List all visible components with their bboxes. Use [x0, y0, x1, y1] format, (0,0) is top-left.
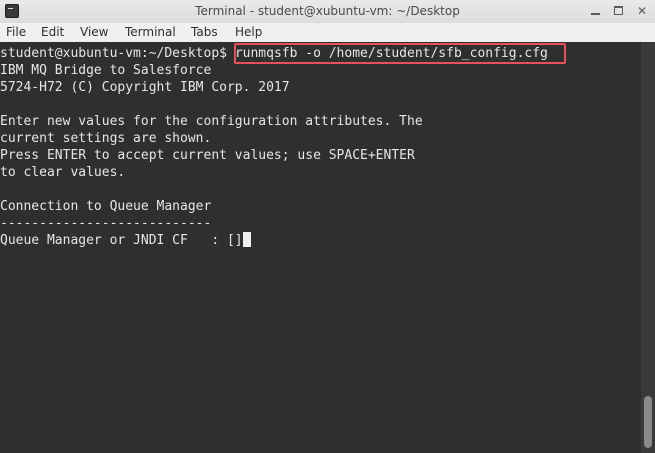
maximize-icon — [614, 6, 623, 15]
window-title: Terminal - student@xubuntu-vm: ~/Desktop — [195, 4, 460, 18]
minimize-button[interactable] — [587, 2, 605, 20]
queue-manager-prompt: Queue Manager or JNDI CF : [] — [0, 233, 243, 248]
title-bar[interactable]: Terminal - student@xubuntu-vm: ~/Desktop… — [0, 0, 655, 24]
output-line: 5724-H72 (C) Copyright IBM Corp. 2017 — [0, 80, 290, 95]
vertical-scrollbar[interactable] — [641, 42, 655, 453]
input-prompt-line: Queue Manager or JNDI CF : [] — [0, 232, 251, 249]
terminal-window: Terminal - student@xubuntu-vm: ~/Desktop… — [0, 0, 655, 453]
menu-view[interactable]: View — [80, 25, 108, 39]
shell-prompt: student@xubuntu-vm:~/Desktop$ — [0, 46, 235, 61]
menu-terminal[interactable]: Terminal — [125, 25, 176, 39]
text-cursor — [242, 232, 251, 247]
command-highlight-box — [234, 43, 566, 64]
output-line: Press ENTER to accept current values; us… — [0, 148, 415, 163]
output-line: --------------------------- — [0, 216, 212, 231]
close-icon: ✕ — [636, 4, 648, 18]
output-line: IBM MQ Bridge to Salesforce — [0, 63, 212, 78]
menu-edit[interactable]: Edit — [41, 25, 64, 39]
menu-file[interactable]: File — [6, 25, 26, 39]
terminal-output[interactable]: student@xubuntu-vm:~/Desktop$ runmqsfb -… — [0, 42, 641, 453]
close-button[interactable]: ✕ — [633, 2, 651, 20]
menu-bar: File Edit View Terminal Tabs Help — [0, 23, 655, 42]
output-line: current settings are shown. — [0, 131, 212, 146]
scrollbar-thumb[interactable] — [644, 396, 652, 448]
output-line: Enter new values for the configuration a… — [0, 114, 423, 129]
maximize-button[interactable] — [610, 2, 628, 20]
menu-help[interactable]: Help — [235, 25, 262, 39]
menu-tabs[interactable]: Tabs — [191, 25, 218, 39]
output-line: Connection to Queue Manager — [0, 199, 212, 214]
minimize-icon — [591, 13, 600, 15]
output-line: to clear values. — [0, 165, 126, 180]
